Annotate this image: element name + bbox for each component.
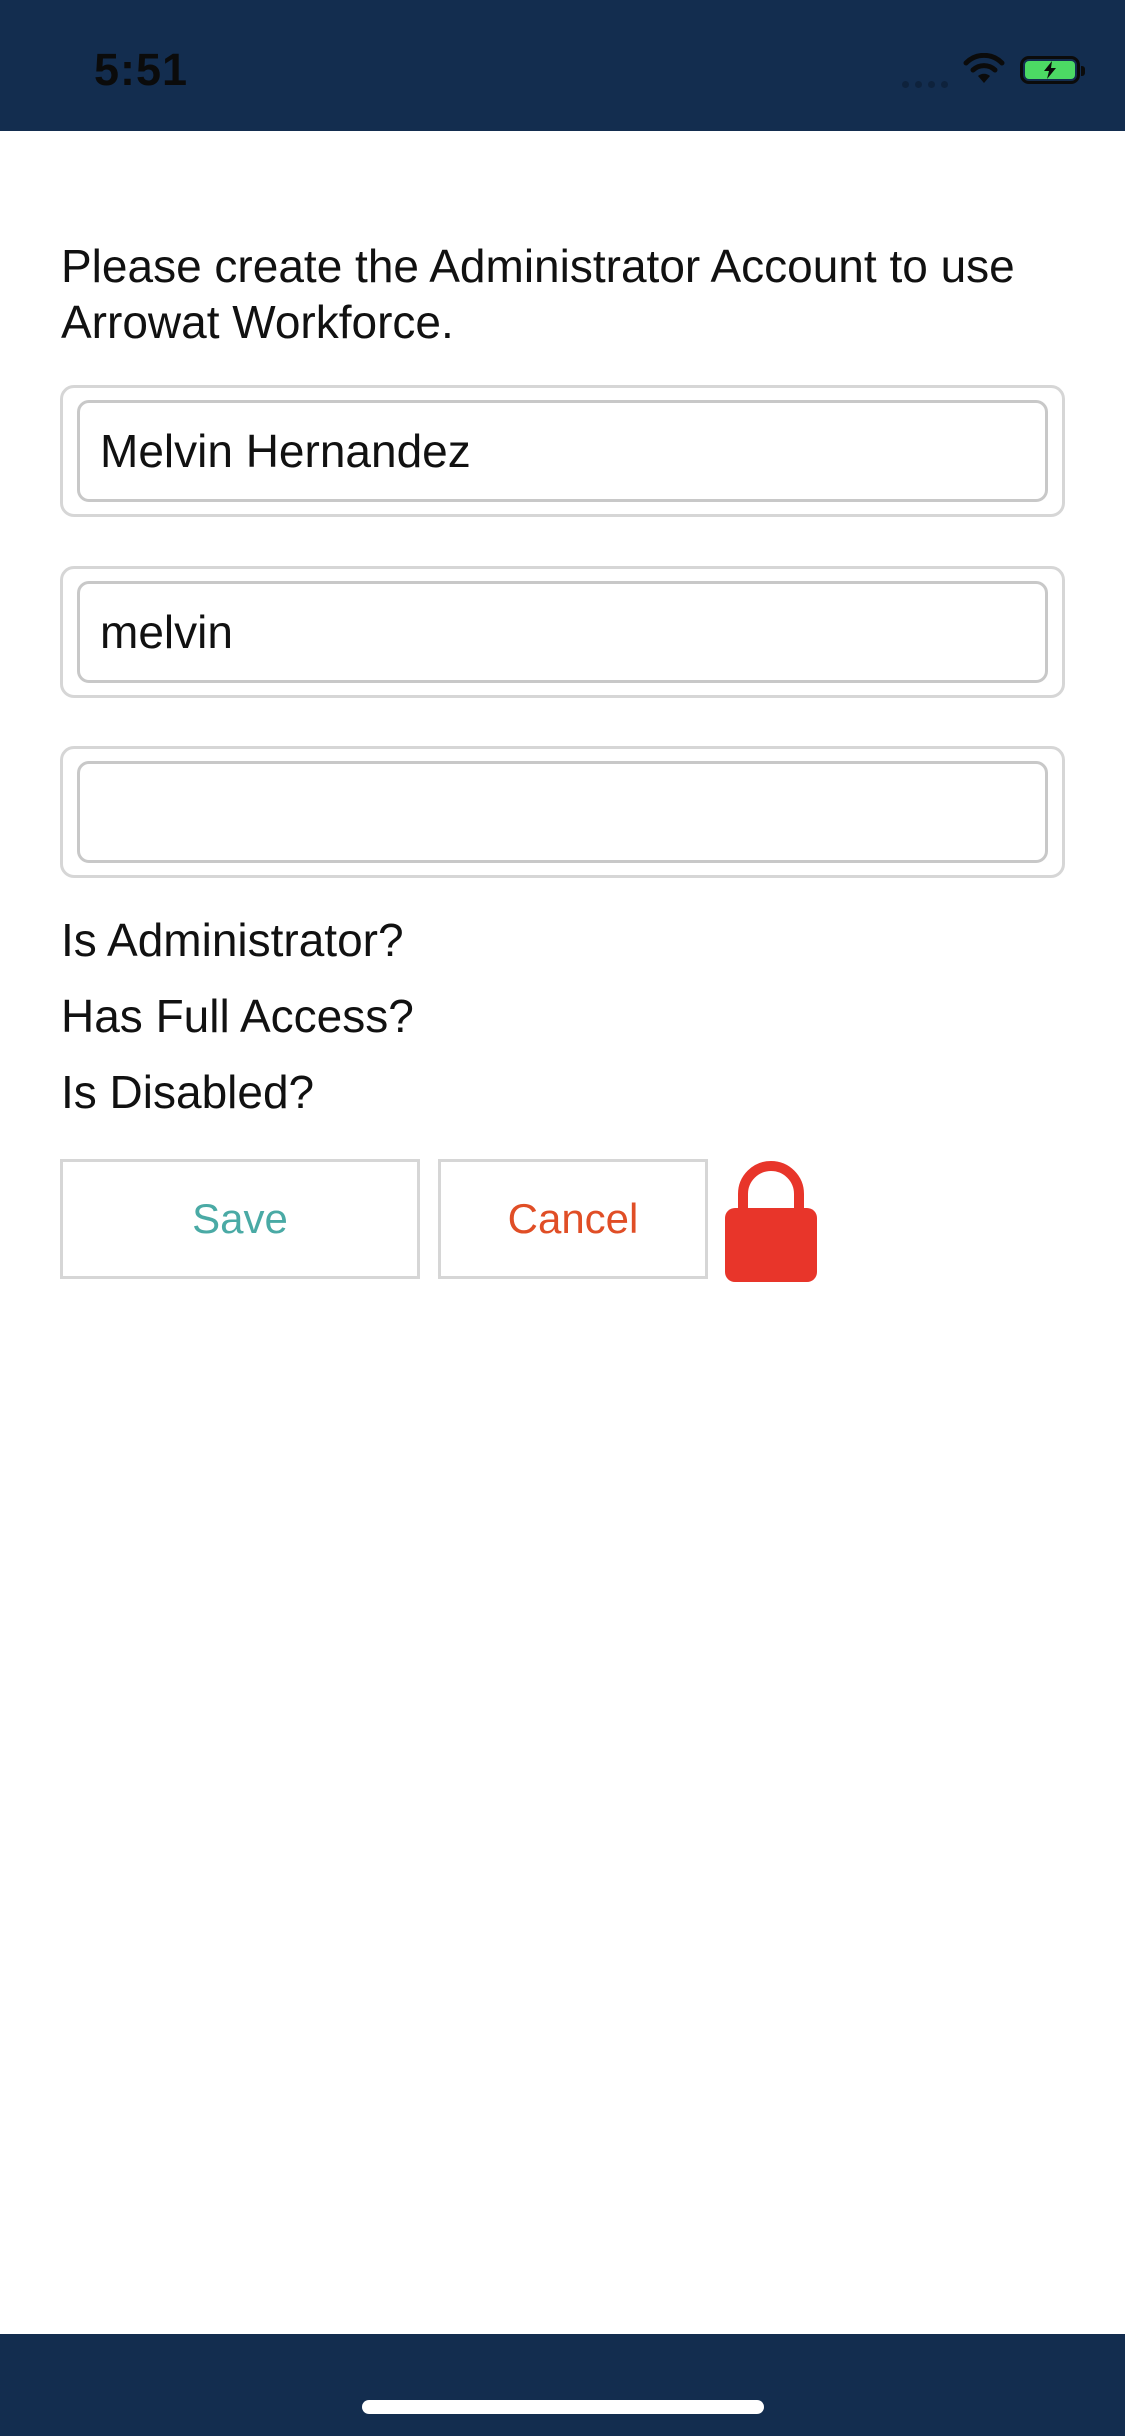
status-bar: 5:51 bbox=[0, 0, 1125, 131]
status-time: 5:51 bbox=[94, 44, 189, 95]
wifi-icon bbox=[963, 53, 1005, 83]
full-name-input[interactable] bbox=[80, 403, 1045, 499]
cancel-button[interactable]: Cancel bbox=[438, 1159, 708, 1279]
username-field bbox=[60, 566, 1065, 698]
full-name-field bbox=[60, 385, 1065, 517]
lock-icon[interactable] bbox=[725, 1158, 817, 1282]
home-indicator[interactable] bbox=[362, 2400, 764, 2414]
is-disabled-option[interactable]: Is Disabled? bbox=[61, 1064, 314, 1120]
status-indicators bbox=[902, 50, 1085, 90]
username-input-box bbox=[77, 581, 1048, 683]
full-name-input-box bbox=[77, 400, 1048, 502]
has-full-access-option[interactable]: Has Full Access? bbox=[61, 988, 414, 1044]
is-administrator-option[interactable]: Is Administrator? bbox=[61, 912, 404, 968]
intro-text: Please create the Administrator Account … bbox=[61, 240, 1015, 348]
save-button[interactable]: Save bbox=[60, 1159, 420, 1279]
home-indicator-area bbox=[0, 2334, 1125, 2436]
battery-charging-icon bbox=[1020, 56, 1085, 84]
password-field bbox=[60, 746, 1065, 878]
password-input-box bbox=[77, 761, 1048, 863]
cellular-signal-icon bbox=[902, 68, 948, 88]
username-input[interactable] bbox=[80, 584, 1045, 680]
password-input[interactable] bbox=[80, 764, 1045, 860]
